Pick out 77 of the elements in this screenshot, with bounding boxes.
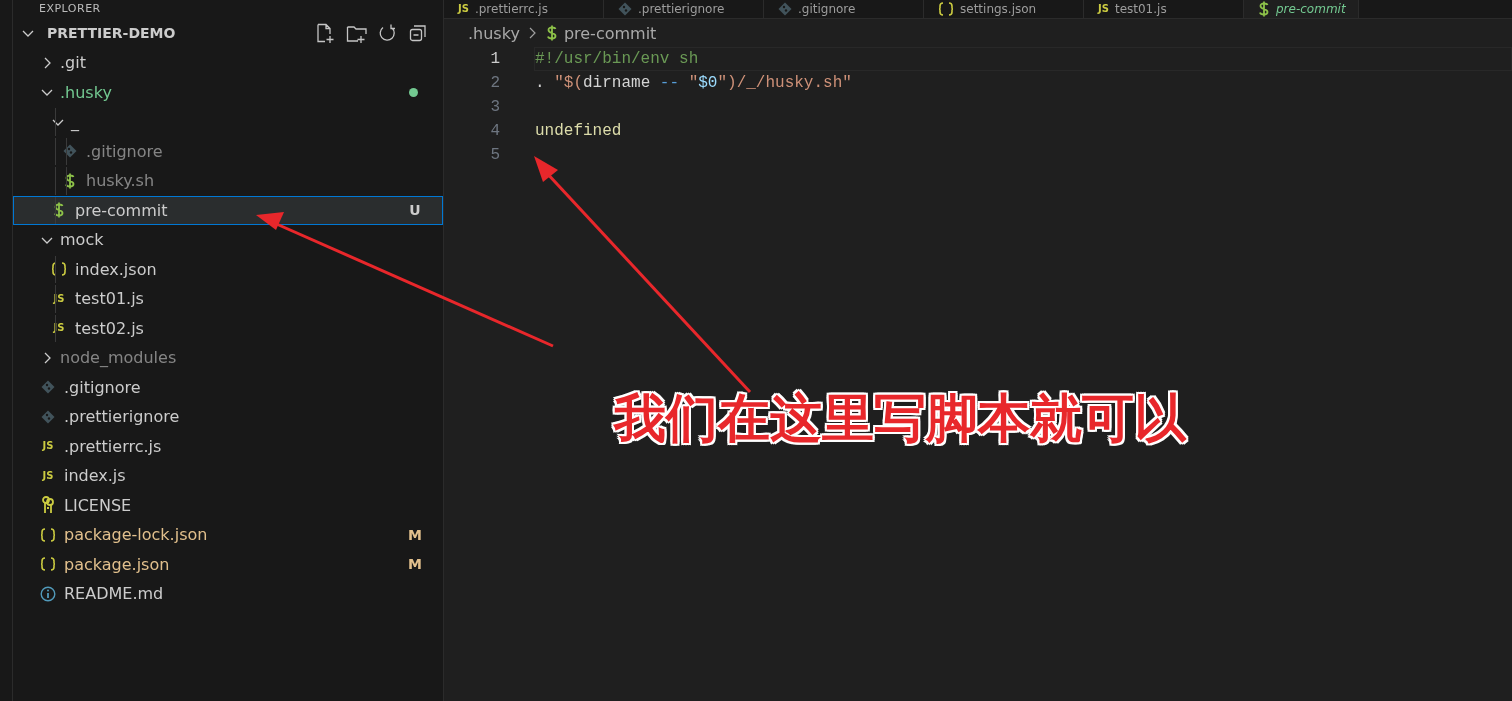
- dollar-icon: [1258, 1, 1270, 17]
- tree-item[interactable]: package-lock.json M: [13, 520, 443, 550]
- diamond-icon: [41, 409, 55, 424]
- git-status-label: M: [408, 526, 422, 543]
- tree-item[interactable]: pre-commit U: [13, 195, 443, 225]
- tree-item[interactable]: node_modules: [13, 343, 443, 373]
- tree-item[interactable]: index.json: [13, 254, 443, 284]
- braces-icon: [40, 557, 56, 572]
- code-line: . "$(dirname -- "$0")/_/husky.sh": [534, 73, 853, 94]
- info-icon: [40, 585, 56, 602]
- git-status-label: U: [408, 202, 422, 219]
- tree-item[interactable]: JS .prettierrc.js: [13, 431, 443, 461]
- file-name: index.json: [75, 259, 157, 279]
- editor-tab[interactable]: .gitignore: [764, 0, 924, 18]
- file-name: package.json: [64, 554, 170, 574]
- file-name: package-lock.json: [64, 525, 208, 545]
- section-header[interactable]: PRETTIER-DEMO: [47, 25, 176, 41]
- tree-item[interactable]: .gitignore: [13, 136, 443, 166]
- js-file-icon: JS: [1098, 3, 1109, 15]
- line-number: 4: [489, 122, 500, 140]
- file-name: .gitignore: [86, 141, 163, 161]
- js-file-icon: JS: [458, 3, 469, 15]
- keys-icon: [42, 496, 54, 515]
- line-number: 3: [489, 98, 500, 116]
- tree-item[interactable]: .gitignore: [13, 372, 443, 402]
- tree-item[interactable]: husky.sh: [13, 166, 443, 196]
- file-name: pre-commit: [75, 200, 168, 220]
- collapse-all-icon[interactable]: [408, 22, 429, 44]
- tree-item[interactable]: .husky: [13, 77, 443, 107]
- tree-item[interactable]: .prettierignore: [13, 402, 443, 432]
- tree-item[interactable]: package.json M: [13, 549, 443, 579]
- braces-icon: [938, 2, 954, 16]
- file-name: test01.js: [75, 289, 144, 309]
- braces-icon: [51, 262, 67, 277]
- line-number: 1: [489, 50, 500, 68]
- chevron-right-icon: [527, 26, 538, 40]
- git-status-label: M: [408, 556, 422, 573]
- dollar-icon: [53, 202, 65, 219]
- sidebar-title: EXPLORER: [38, 1, 101, 17]
- file-name: LICENSE: [64, 495, 132, 515]
- file-name: node_modules: [60, 348, 177, 368]
- dollar-icon: [64, 172, 76, 189]
- file-name: .git: [60, 53, 86, 73]
- tree-item[interactable]: JS index.js: [13, 461, 443, 491]
- file-name: test02.js: [75, 318, 144, 338]
- diamond-icon: [41, 380, 55, 395]
- tree-item[interactable]: LICENSE: [13, 490, 443, 520]
- file-name: mock: [60, 230, 104, 250]
- file-name: index.js: [64, 466, 126, 486]
- editor-tab[interactable]: settings.json: [924, 0, 1084, 18]
- tree-item[interactable]: _: [13, 107, 443, 137]
- js-file-icon: JS: [42, 469, 54, 482]
- js-file-icon: JS: [42, 440, 54, 453]
- file-name: README.md: [64, 584, 164, 604]
- line-number: 2: [489, 74, 500, 92]
- new-file-icon[interactable]: [315, 22, 336, 44]
- editor-tab[interactable]: pre-commit: [1244, 0, 1359, 18]
- file-name: .gitignore: [64, 377, 141, 397]
- breadcrumb-item[interactable]: .husky: [468, 23, 520, 43]
- editor-tab[interactable]: .prettierignore: [604, 0, 764, 18]
- refresh-icon[interactable]: [377, 22, 398, 44]
- tree-item[interactable]: README.md: [13, 579, 443, 609]
- file-name: .prettierignore: [64, 407, 180, 427]
- breadcrumb-item[interactable]: pre-commit: [563, 23, 657, 43]
- annotation-text: 我们在这里写脚本就可以: [614, 387, 1186, 450]
- file-name: _: [71, 112, 79, 132]
- editor-tab[interactable]: JS .prettierrc.js: [444, 0, 604, 18]
- tree-item[interactable]: mock: [13, 225, 443, 255]
- braces-icon: [40, 527, 56, 542]
- tree-item[interactable]: .git: [13, 48, 443, 78]
- diamond-icon: [63, 144, 77, 159]
- file-name: .husky: [60, 82, 112, 102]
- dollar-icon: [545, 25, 558, 41]
- file-name: .prettierrc.js: [64, 436, 162, 456]
- file-name: husky.sh: [86, 171, 155, 191]
- code-line: undefined: [534, 121, 623, 142]
- line-number: 5: [489, 146, 500, 164]
